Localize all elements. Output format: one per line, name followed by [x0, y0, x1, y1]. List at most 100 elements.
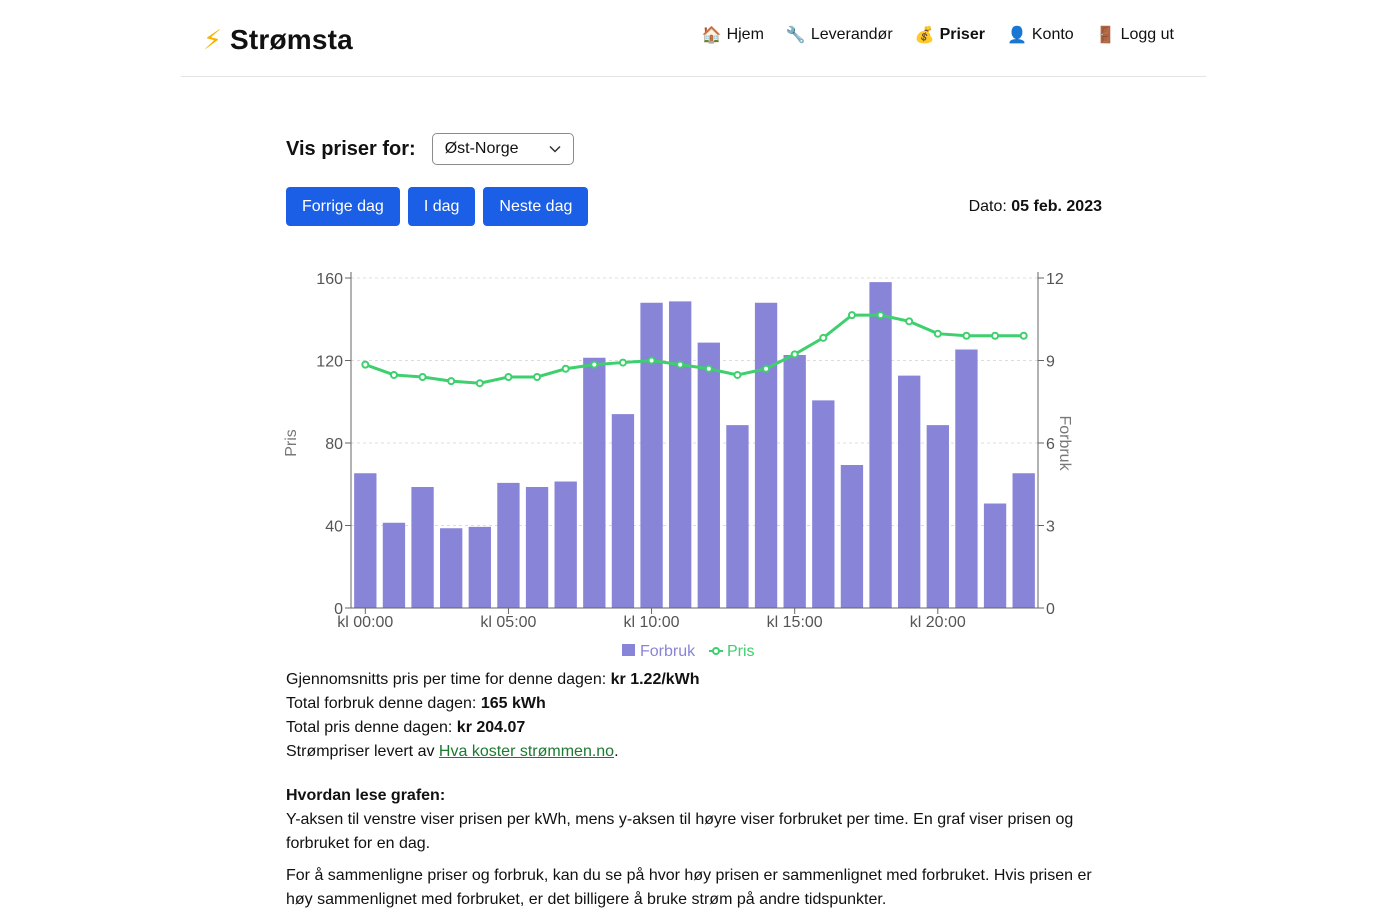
y-tick-label-left: 160	[316, 271, 343, 288]
top-navbar: ⚡ Strømsta 🏠 Hjem 🔧 Leverandør 💰 Priser …	[181, 0, 1206, 77]
bar-forbruk	[898, 375, 921, 608]
region-selected-value: Øst-Norge	[444, 140, 519, 157]
total-usage-label: Total forbruk denne dagen:	[286, 695, 477, 712]
nav-item-hjem[interactable]: 🏠 Hjem	[702, 25, 764, 45]
y-tick-label-right: 0	[1046, 601, 1055, 618]
legend-swatch-forbruk	[622, 644, 635, 656]
bar-forbruk	[726, 425, 749, 608]
bar-forbruk	[468, 526, 491, 608]
point-pris	[991, 331, 1000, 340]
date-value: 05 feb. 2023	[1011, 198, 1102, 215]
bar-forbruk	[611, 414, 635, 608]
bar-forbruk	[583, 357, 606, 608]
nav-item-konto[interactable]: 👤 Konto	[1007, 25, 1074, 45]
nav-label-hjem: Hjem	[726, 26, 764, 43]
bar-forbruk	[955, 349, 978, 608]
bar-forbruk	[382, 522, 406, 608]
bar-forbruk	[411, 487, 434, 608]
bar-forbruk	[354, 473, 377, 608]
y-tick-label-right: 6	[1046, 436, 1055, 453]
nav-label-logg-ut: Logg ut	[1120, 26, 1174, 43]
region-selector-row: Vis priser for: Øst-Norge	[286, 133, 574, 165]
app-logo[interactable]: ⚡ Strømsta	[203, 20, 353, 60]
x-tick-label: kl 05:00	[480, 614, 536, 631]
door-icon: 🚪	[1095, 27, 1116, 44]
nav-label-priser: Priser	[939, 26, 985, 43]
bar-forbruk	[497, 482, 520, 608]
point-pris	[676, 360, 685, 369]
point-pris	[704, 364, 713, 373]
line-pris	[364, 313, 1024, 385]
source-suffix: .	[614, 743, 619, 760]
point-pris	[647, 356, 656, 365]
legend-label-forbruk: Forbruk	[640, 643, 696, 660]
source-line: Strømpriser levert av Hva koster strømme…	[286, 740, 1116, 764]
x-tick-label: kl 20:00	[910, 614, 966, 631]
avg-price-value: kr 1.22/kWh	[610, 671, 700, 688]
x-tick-label: kl 15:00	[767, 614, 823, 631]
howto-paragraph-1: Y-aksen til venstre viser prisen per kWh…	[286, 811, 1074, 852]
total-cost-label: Total pris denne dagen:	[286, 719, 453, 736]
bar-forbruk	[840, 465, 864, 608]
point-pris	[790, 350, 799, 359]
avg-price-label: Gjennomsnitts pris per time for denne da…	[286, 671, 607, 688]
point-pris	[533, 373, 542, 381]
region-select[interactable]: Øst-Norge	[431, 133, 574, 165]
bar-forbruk	[754, 302, 778, 608]
howto-paragraph-2: For å sammenligne priser og forbruk, kan…	[286, 867, 1092, 908]
point-pris	[876, 311, 885, 320]
point-pris	[905, 317, 914, 326]
nav-item-leverandor[interactable]: 🔧 Leverandør	[786, 25, 893, 45]
total-usage-value: 165 kWh	[480, 695, 546, 712]
main-nav: 🏠 Hjem 🔧 Leverandør 💰 Priser 👤 Konto 🚪 L…	[702, 25, 1174, 45]
nav-item-priser[interactable]: 💰 Priser	[915, 25, 985, 45]
bar-forbruk	[669, 301, 692, 608]
money-bag-icon: 💰	[914, 27, 935, 44]
x-tick-label: kl 10:00	[624, 614, 680, 631]
bar-forbruk	[440, 528, 463, 608]
day-summary: Gjennomsnitts pris per time for denne da…	[286, 668, 1116, 764]
total-usage-line: Total forbruk denne dagen: 165 kWh	[286, 692, 1116, 716]
point-pris	[389, 370, 398, 379]
prev-day-button[interactable]: Forrige dag	[286, 187, 400, 226]
avg-price-line: Gjennomsnitts pris per time for denne da…	[286, 668, 1116, 692]
bar-forbruk	[869, 282, 892, 608]
y-tick-label-right: 9	[1046, 354, 1055, 371]
day-navigation: Forrige dag I dag Neste dag	[286, 187, 589, 226]
bar-forbruk	[554, 481, 577, 608]
next-day-button[interactable]: Neste dag	[483, 187, 589, 226]
howto-section: Hvordan lese grafen: Y-aksen til venstre…	[286, 784, 1116, 920]
bar-forbruk	[983, 503, 1007, 608]
user-icon: 👤	[1006, 27, 1027, 44]
lightning-icon: ⚡	[203, 24, 222, 55]
date-display: Dato: 05 feb. 2023	[969, 198, 1102, 216]
nav-item-logg-ut[interactable]: 🚪 Logg ut	[1096, 25, 1174, 45]
source-prefix: Strømpriser levert av	[286, 743, 435, 760]
point-pris	[590, 360, 599, 369]
point-pris	[618, 358, 627, 367]
app-name: Strømsta	[229, 24, 353, 55]
y-axis-label-right: Forbruk	[1056, 415, 1073, 471]
point-pris	[733, 370, 742, 379]
point-pris	[561, 364, 570, 373]
legend-label-pris: Pris	[727, 643, 755, 660]
source-link[interactable]: Hva koster strømmen.no	[439, 743, 614, 760]
bar-forbruk	[525, 487, 549, 608]
total-cost-value: kr 204.07	[456, 719, 526, 736]
point-pris	[933, 329, 942, 338]
price-usage-chart: 04080120160036912kl 00:00 kl 05:00 kl 10:0…	[283, 271, 1073, 660]
point-pris	[847, 311, 856, 320]
bar-forbruk	[926, 425, 949, 608]
today-button[interactable]: I dag	[407, 187, 476, 226]
y-tick-label-left: 80	[325, 436, 343, 453]
x-tick-label: kl 00:00	[337, 614, 393, 631]
point-pris	[962, 331, 971, 340]
bar-forbruk	[783, 355, 806, 608]
y-tick-label-right: 12	[1046, 271, 1064, 288]
point-pris	[819, 333, 828, 342]
y-tick-label-left: 120	[316, 354, 343, 371]
point-pris	[504, 373, 513, 381]
point-pris	[418, 373, 427, 381]
point-pris	[762, 364, 771, 373]
nav-label-konto: Konto	[1031, 26, 1074, 43]
